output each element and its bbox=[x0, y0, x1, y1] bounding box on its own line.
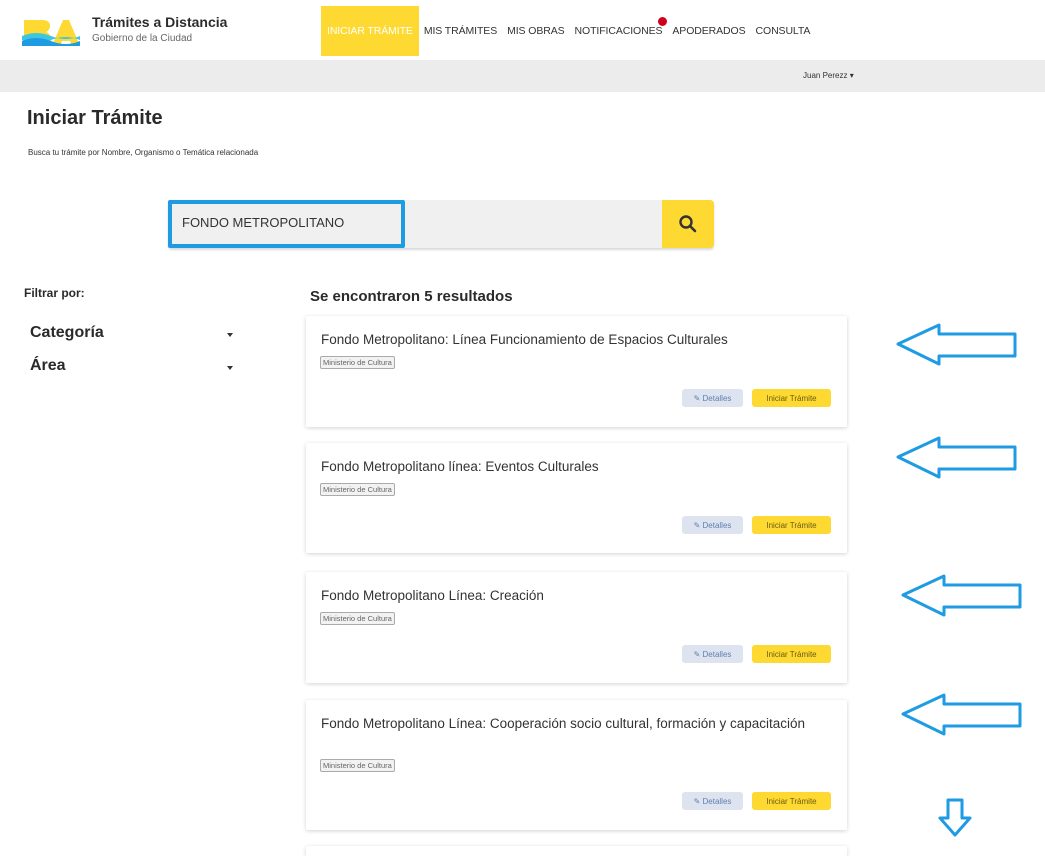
page-subtitle: Busca tu trámite por Nombre, Organismo o… bbox=[28, 148, 259, 157]
result-tag: Ministerio de Cultura bbox=[320, 759, 395, 772]
ba-logo[interactable] bbox=[22, 14, 80, 46]
caret-down-icon bbox=[227, 333, 233, 337]
down-arrow-icon bbox=[938, 798, 972, 837]
filter-title: Filtrar por: bbox=[24, 286, 85, 300]
search-button[interactable] bbox=[662, 200, 714, 248]
result-card: Fondo Metropolitano Línea: Cooperación s… bbox=[306, 700, 847, 830]
nav-notificaciones-label: NOTIFICACIONES bbox=[574, 25, 663, 37]
result-tag: Ministerio de Cultura bbox=[320, 356, 395, 369]
nav-iniciar-tramite[interactable]: INICIAR TRÁMITE bbox=[321, 6, 419, 56]
result-title[interactable]: Fondo Metropolitano Línea: Cooperación s… bbox=[321, 714, 811, 734]
result-title[interactable]: Fondo Metropolitano: Línea Funcionamient… bbox=[321, 330, 811, 350]
search-input[interactable]: FONDO METROPOLITANO bbox=[168, 200, 405, 248]
left-arrow-icon bbox=[896, 436, 1017, 479]
left-arrow-icon bbox=[901, 574, 1022, 617]
user-bar: Juan Perezz ▾ bbox=[0, 60, 1045, 92]
search-input-value: FONDO METROPOLITANO bbox=[182, 215, 345, 230]
filter-area[interactable]: Área bbox=[30, 357, 240, 381]
filter-categoria[interactable]: Categoría bbox=[30, 324, 240, 348]
details-button[interactable]: ✎ Detalles bbox=[682, 389, 743, 407]
start-tramite-button[interactable]: Iniciar Trámite bbox=[752, 792, 831, 810]
brand-subtitle: Gobierno de la Ciudad bbox=[92, 33, 193, 44]
top-header: Trámites a Distancia Gobierno de la Ciud… bbox=[0, 0, 1045, 60]
results-count: Se encontraron 5 resultados bbox=[310, 288, 513, 305]
left-arrow-icon bbox=[896, 323, 1017, 366]
filter-categoria-label: Categoría bbox=[30, 324, 104, 341]
user-menu[interactable]: Juan Perezz ▾ bbox=[803, 71, 854, 80]
nav-notificaciones[interactable]: NOTIFICACIONES bbox=[570, 6, 669, 56]
start-tramite-button[interactable]: Iniciar Trámite bbox=[752, 645, 831, 663]
result-title[interactable]: Fondo Metropolitano Línea: Creación bbox=[321, 586, 811, 606]
nav-apoderados[interactable]: APODERADOS bbox=[667, 6, 750, 56]
result-tag: Ministerio de Cultura bbox=[320, 483, 395, 496]
caret-down-icon bbox=[227, 366, 233, 370]
search-icon bbox=[679, 215, 697, 233]
details-button[interactable]: ✎ Detalles bbox=[682, 645, 743, 663]
details-button[interactable]: ✎ Detalles bbox=[682, 516, 743, 534]
details-button[interactable]: ✎ Detalles bbox=[682, 792, 743, 810]
result-card: Fondo Metropolitano: Línea Funcionamient… bbox=[306, 316, 847, 427]
result-card: Fondo Metropolitano Línea: Creación Mini… bbox=[306, 572, 847, 683]
left-arrow-icon bbox=[901, 693, 1022, 736]
result-title[interactable]: Fondo Metropolitano línea: Eventos Cultu… bbox=[321, 457, 811, 477]
search-bar: FONDO METROPOLITANO bbox=[168, 200, 714, 248]
start-tramite-button[interactable]: Iniciar Trámite bbox=[752, 516, 831, 534]
result-card: Fondo Metropolitano línea: Eventos Cultu… bbox=[306, 443, 847, 553]
nav-mis-obras[interactable]: MIS OBRAS bbox=[502, 6, 569, 56]
page-title: Iniciar Trámite bbox=[27, 107, 163, 129]
result-tag: Ministerio de Cultura bbox=[320, 612, 395, 625]
result-card bbox=[306, 846, 847, 856]
filter-area-label: Área bbox=[30, 357, 66, 374]
start-tramite-button[interactable]: Iniciar Trámite bbox=[752, 389, 831, 407]
nav-consulta[interactable]: CONSULTA bbox=[751, 6, 816, 56]
nav-mis-tramites[interactable]: MIS TRÁMITES bbox=[419, 6, 502, 56]
brand-title: Trámites a Distancia bbox=[92, 14, 228, 30]
main-nav: INICIAR TRÁMITE MIS TRÁMITES MIS OBRAS N… bbox=[321, 6, 815, 56]
